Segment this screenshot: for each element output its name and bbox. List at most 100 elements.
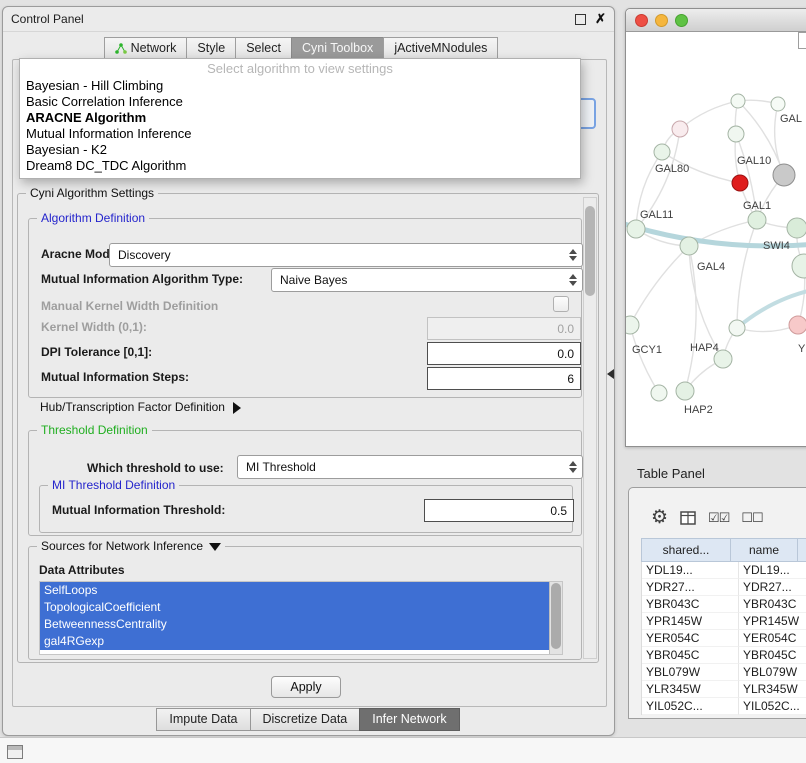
combo-arrows-icon — [569, 461, 582, 473]
network-node[interactable] — [627, 220, 645, 238]
group-title: MI Threshold Definition — [48, 478, 179, 492]
panel-toggle-icon[interactable] — [7, 745, 23, 759]
cell-shared-name: YBR045C — [642, 647, 739, 664]
settings-scrollbar[interactable] — [583, 197, 597, 659]
gear-icon[interactable]: ⚙ — [651, 508, 668, 528]
cell-name: YPR145W — [739, 613, 806, 630]
tab-network[interactable]: Network — [104, 37, 188, 60]
which-threshold-combo[interactable]: MI Threshold — [237, 455, 583, 479]
deselect-all-checks-icon[interactable]: ☐☐ — [741, 510, 762, 526]
combo-value: Discovery — [118, 248, 171, 262]
bottom-tab-discretize-data[interactable]: Discretize Data — [250, 708, 361, 731]
attributes-scrollbar[interactable] — [549, 582, 562, 654]
float-window-icon[interactable] — [575, 14, 586, 25]
network-node[interactable] — [626, 316, 639, 334]
tab-label: Impute Data — [169, 712, 237, 726]
hub-section-header[interactable]: Hub/Transcription Factor Definition — [40, 400, 241, 414]
bottom-tab-impute-data[interactable]: Impute Data — [156, 708, 250, 731]
column-header-shared-name[interactable]: shared... — [642, 539, 731, 561]
table-row[interactable]: YER054C YER054C 8. — [641, 630, 806, 647]
algorithm-option[interactable]: Mutual Information Inference — [20, 126, 580, 142]
collapse-down-icon[interactable] — [209, 543, 221, 551]
network-node[interactable] — [729, 320, 745, 336]
aracne-mode-combo[interactable]: Discovery — [109, 243, 583, 267]
control-panel-window: Control Panel ✗ Network Style Select Cyn… — [2, 6, 615, 736]
network-node[interactable] — [680, 237, 698, 255]
close-light-icon[interactable] — [635, 14, 648, 27]
network-view-window: GAL80GAL10GAL11GAL1SWI4GAL4GCY1HAP4HAP2G… — [625, 8, 806, 447]
column-header-extra[interactable] — [798, 539, 806, 561]
attribute-item-selected[interactable]: TopologicalCoefficient — [40, 599, 555, 616]
network-edge[interactable] — [680, 101, 738, 129]
algorithm-option[interactable]: Bayesian - Hill Climbing — [20, 78, 580, 94]
algorithm-option[interactable]: ARACNE Algorithm — [20, 110, 580, 126]
birdseye-toggle[interactable] — [798, 32, 806, 49]
table-row[interactable]: YLR345W YLR345W 9. — [641, 681, 806, 698]
network-edge[interactable] — [630, 325, 659, 393]
network-node[interactable] — [672, 121, 688, 137]
network-node[interactable] — [651, 385, 667, 401]
network-edge[interactable] — [737, 220, 757, 328]
node-label: GAL — [780, 113, 802, 125]
node-label: SWI4 — [763, 240, 790, 252]
cell-name: YIL052C... — [739, 698, 806, 715]
manual-kernel-label: Manual Kernel Width Definition — [41, 299, 218, 313]
mi-type-label: Mutual Information Algorithm Type: — [41, 272, 243, 286]
attribute-item-selected[interactable]: SelfLoops — [40, 582, 555, 599]
network-node[interactable] — [773, 164, 795, 186]
attribute-item-selected[interactable]: BetweennessCentrality — [40, 616, 555, 633]
scrollbar-thumb[interactable] — [585, 206, 595, 296]
network-node[interactable] — [748, 211, 766, 229]
apply-button[interactable]: Apply — [271, 676, 341, 698]
cyni-algorithm-settings-group: Cyni Algorithm Settings Algorithm Defini… — [17, 193, 599, 663]
network-node[interactable] — [676, 382, 694, 400]
network-icon — [115, 43, 127, 54]
network-node[interactable] — [732, 175, 748, 191]
manual-kernel-checkbox[interactable] — [553, 296, 569, 312]
threshold-definition-group: Threshold Definition Which threshold to … — [28, 430, 582, 536]
network-node[interactable] — [728, 126, 744, 142]
network-node[interactable] — [654, 144, 670, 160]
attribute-item-selected[interactable]: gal4RGexp — [40, 633, 555, 650]
table-row[interactable]: YDR27... YDR27... 12 — [641, 579, 806, 596]
select-all-checks-icon[interactable]: ☑☑ — [708, 510, 729, 526]
algorithm-option[interactable]: Basic Correlation Inference — [20, 94, 580, 110]
table-row[interactable]: YDL19... YDL19... 13 — [641, 562, 806, 579]
network-node[interactable] — [789, 316, 806, 334]
tab-cyni-toolbox[interactable]: Cyni Toolbox — [291, 37, 384, 60]
node-label: HAP4 — [690, 342, 719, 354]
network-window-titlebar[interactable] — [626, 9, 806, 32]
mi-threshold-field[interactable]: 0.5 — [424, 499, 574, 522]
close-icon[interactable]: ✗ — [595, 14, 606, 24]
network-edge[interactable] — [630, 246, 689, 325]
minimize-light-icon[interactable] — [655, 14, 668, 27]
table-row[interactable]: YPR145W YPR145W 9. — [641, 613, 806, 630]
bottom-tab-bar: Impute Data Discretize Data Infer Networ… — [3, 708, 614, 731]
group-title: Algorithm Definition — [37, 211, 149, 225]
tab-jactivemnodules[interactable]: jActiveMNodules — [383, 37, 498, 60]
table-row[interactable]: YIL052C... YIL052C... — [641, 698, 806, 715]
dpi-tolerance-field[interactable]: 0.0 — [427, 342, 581, 365]
mi-steps-field[interactable]: 6 — [427, 367, 581, 390]
network-node[interactable] — [787, 218, 806, 238]
mi-type-combo[interactable]: Naive Bayes — [271, 268, 583, 292]
table-row[interactable]: YBR045C YBR045C 9. — [641, 647, 806, 664]
tab-select[interactable]: Select — [235, 37, 292, 60]
algorithm-option[interactable]: Dream8 DC_TDC Algorithm — [20, 158, 580, 174]
zoom-light-icon[interactable] — [675, 14, 688, 27]
table-columns-icon[interactable] — [680, 511, 696, 525]
network-node[interactable] — [771, 97, 785, 111]
network-canvas[interactable]: GAL80GAL10GAL11GAL1SWI4GAL4GCY1HAP4HAP2G… — [626, 32, 806, 446]
network-node[interactable] — [792, 254, 806, 278]
table-row[interactable]: YBL079W YBL079W — [641, 664, 806, 681]
sources-group: Sources for Network Inference Data Attri… — [28, 546, 582, 660]
algorithm-option[interactable]: Bayesian - K2 — [20, 142, 580, 158]
table-row[interactable]: YBR043C YBR043C — [641, 596, 806, 613]
sources-title: Sources for Network Inference — [41, 539, 203, 553]
splitter-collapse-icon[interactable] — [607, 369, 614, 379]
data-attributes-label: Data Attributes — [39, 563, 125, 577]
bottom-tab-infer-network[interactable]: Infer Network — [359, 708, 459, 731]
column-header-name[interactable]: name — [731, 539, 798, 561]
network-node[interactable] — [731, 94, 745, 108]
tab-style[interactable]: Style — [186, 37, 236, 60]
